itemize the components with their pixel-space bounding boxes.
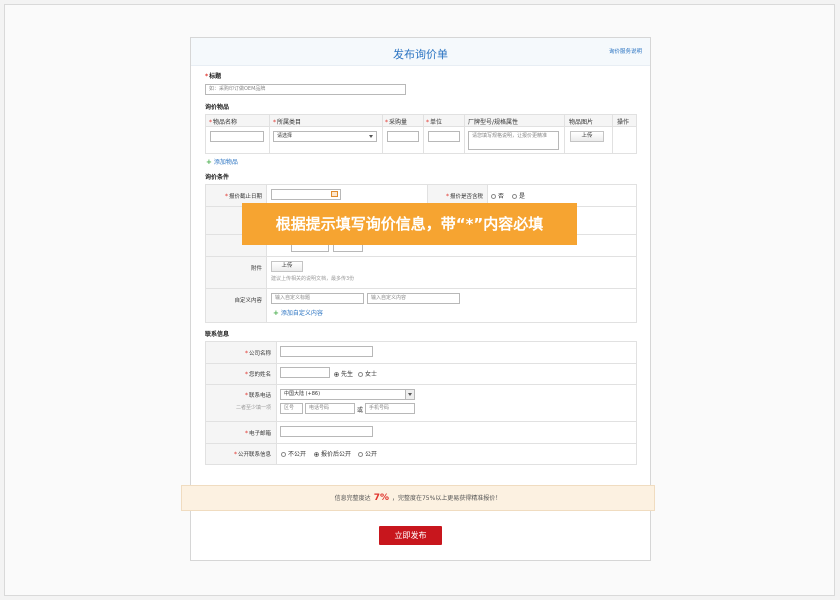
- attachment-upload-button[interactable]: 上传: [271, 261, 303, 272]
- col-quantity: *采购量: [385, 119, 408, 126]
- completeness-percent: 7%: [373, 493, 389, 503]
- col-action: 操作: [617, 119, 630, 126]
- gender-option-ms[interactable]: 女士: [358, 369, 377, 378]
- tax-option-no[interactable]: 否: [491, 191, 504, 200]
- phone-hint: 二者至少填一项: [235, 405, 271, 411]
- radio-icon: [491, 194, 496, 199]
- quantity-input[interactable]: [387, 131, 419, 142]
- add-item-button[interactable]: + 添加物品: [206, 157, 238, 166]
- mobile-input[interactable]: 手机号码: [365, 403, 415, 414]
- col-image: 物品图片: [569, 119, 594, 126]
- calendar-icon[interactable]: [331, 191, 338, 197]
- country-code-select[interactable]: 中国大陆 (+86): [280, 389, 415, 400]
- title-label: *标题: [205, 73, 222, 80]
- col-unit: *单位: [426, 119, 443, 126]
- completeness-prefix: 信息完整度达: [334, 495, 371, 502]
- item-image-upload-button[interactable]: 上传: [570, 131, 604, 142]
- spec-textarea[interactable]: 请您填写规格说明，让报价更精准: [468, 131, 559, 150]
- deadline-label: *报价截止日期: [224, 193, 262, 200]
- radio-checked-icon: [314, 452, 319, 457]
- name-input[interactable]: [280, 367, 330, 378]
- deadline-input[interactable]: [271, 189, 341, 200]
- inquiry-form-panel: 发布询价单 询价服务说明 *标题 如：采购印订做OEM品牌 询价物品 *物品名称…: [190, 37, 651, 561]
- page-title: 发布询价单: [393, 48, 448, 61]
- plus-icon: +: [273, 309, 279, 317]
- publish-button[interactable]: 立即发布: [379, 526, 442, 545]
- email-input[interactable]: [280, 426, 373, 437]
- radio-icon: [358, 452, 363, 457]
- custom-title-input[interactable]: 输入自定义标题: [271, 293, 364, 304]
- phone-label: *联系电话: [244, 392, 271, 399]
- attachment-label: 附件: [250, 266, 262, 272]
- public-option-private[interactable]: 不公开: [281, 449, 306, 458]
- chevron-down-icon: [369, 135, 373, 138]
- completeness-suffix: ，完整度在75%以上更易获得精准报价！: [391, 495, 502, 502]
- item-name-input[interactable]: [210, 131, 264, 142]
- radio-checked-icon: [334, 372, 339, 377]
- tel-number-input[interactable]: 电话号码: [305, 403, 355, 414]
- completeness-bar: 信息完整度达 7% ，完整度在75%以上更易获得精准报价！: [181, 485, 655, 511]
- email-label: *电子邮箱: [244, 430, 271, 437]
- radio-icon: [512, 194, 517, 199]
- contact-section-title: 联系信息: [205, 331, 230, 338]
- title-input[interactable]: 如：采购印订做OEM品牌: [205, 84, 406, 95]
- add-custom-content-button[interactable]: + 添加自定义内容: [273, 308, 323, 317]
- gender-option-mr[interactable]: 先生: [334, 369, 353, 378]
- custom-content-input[interactable]: 输入自定义内容: [367, 293, 460, 304]
- tax-option-yes[interactable]: 是: [512, 191, 525, 200]
- items-section-title: 询价物品: [205, 104, 230, 111]
- plus-icon: +: [206, 158, 212, 166]
- radio-icon: [281, 452, 286, 457]
- chevron-down-icon: [408, 393, 412, 396]
- or-text: 或: [357, 407, 364, 414]
- panel-header: 发布询价单 询价服务说明: [191, 38, 650, 66]
- unit-input[interactable]: [428, 131, 460, 142]
- public-option-after-quote[interactable]: 报价后公开: [314, 449, 351, 458]
- required-mark: *: [205, 73, 209, 80]
- custom-content-label: 自定义内容: [234, 298, 262, 304]
- category-select[interactable]: 请选择: [273, 131, 377, 142]
- company-label: *公司名称: [244, 350, 271, 357]
- company-input[interactable]: [280, 346, 373, 357]
- radio-icon: [358, 372, 363, 377]
- col-item-name: *物品名称: [209, 119, 238, 126]
- area-code-input[interactable]: 区号: [280, 403, 303, 414]
- attachment-hint: 建议上传相关的说明文档，最多传3份: [271, 276, 355, 282]
- name-label: *您的姓名: [244, 371, 271, 378]
- conditions-section-title: 询价条件: [205, 174, 230, 181]
- public-option-public[interactable]: 公开: [358, 449, 377, 458]
- col-spec: 厂牌型号/规格属性: [468, 119, 519, 126]
- help-link[interactable]: 询价服务说明: [609, 47, 642, 55]
- tip-overlay: 根据提示填写询价信息，带“*”内容必填: [242, 203, 577, 245]
- public-info-label: *公开联系信息: [233, 451, 271, 458]
- tax-label: *报价是否含税: [445, 193, 483, 200]
- col-category: *所属类目: [273, 119, 302, 126]
